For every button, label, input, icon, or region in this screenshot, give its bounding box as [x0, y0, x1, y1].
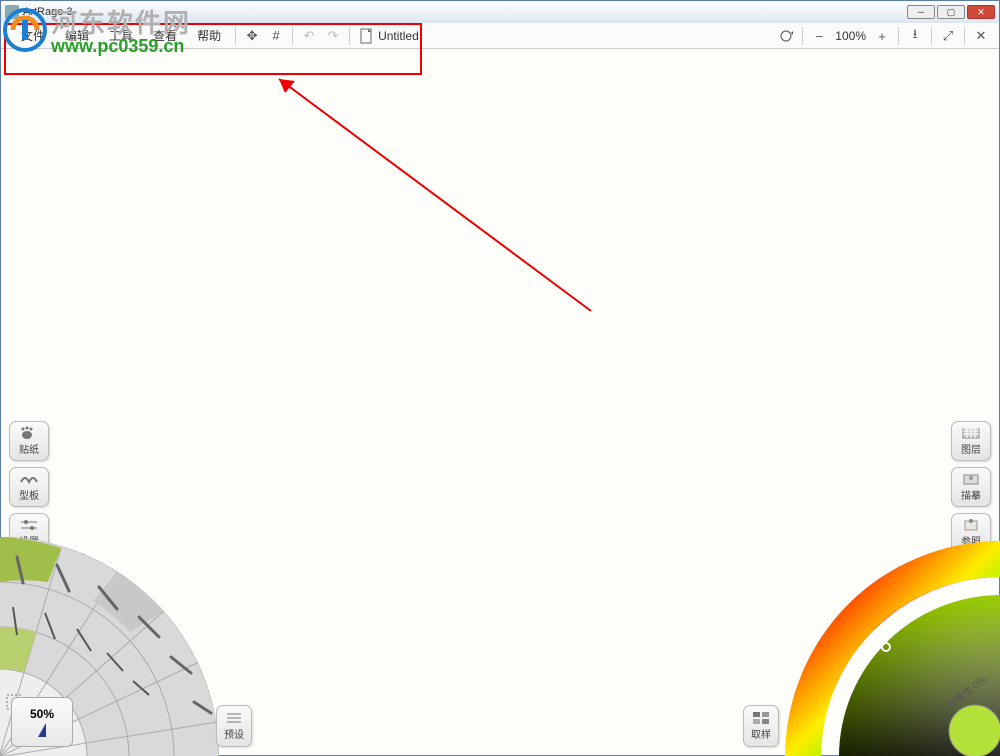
presets-button[interactable]: 预设: [216, 705, 252, 747]
zoom-value[interactable]: 100%: [835, 29, 866, 43]
brush-size-value: 50%: [30, 707, 54, 721]
separator: [235, 27, 236, 45]
watermark-logo-icon: [3, 8, 47, 52]
watermark-text-cn: 河东软件网: [51, 3, 191, 40]
menu-help[interactable]: 帮助: [187, 23, 231, 48]
stencil-icon: [19, 472, 39, 486]
swatches-icon: [752, 711, 770, 725]
layers-icon: [961, 426, 981, 440]
rotate-reset-icon[interactable]: [778, 28, 794, 44]
fullscreen-icon[interactable]: ⤢: [940, 28, 956, 44]
presets-label: 预设: [224, 726, 244, 741]
stickers-label: 贴纸: [19, 441, 39, 456]
stencils-pod[interactable]: 型板: [9, 467, 49, 507]
separator: [292, 27, 293, 45]
view-controls: − 100% + ⭳ ⤢ ✕: [774, 23, 999, 49]
document-name: Untitled: [378, 29, 419, 43]
zoom-in-button[interactable]: +: [874, 28, 890, 44]
color-picker[interactable]: [771, 527, 1000, 756]
watermark-url: www.pc0359.cn: [51, 36, 191, 57]
size-indicator-icon: [38, 723, 46, 737]
samples-label: 取样: [751, 726, 771, 741]
tracing-label: 描摹: [961, 487, 981, 502]
layers-pod[interactable]: 图层: [951, 421, 991, 461]
redo-icon[interactable]: ↷: [325, 28, 341, 44]
move-tool-icon[interactable]: ✥: [244, 28, 260, 44]
watermark: 河东软件网 www.pc0359.cn: [3, 3, 191, 57]
maximize-button[interactable]: ▢: [937, 5, 965, 19]
stickers-pod[interactable]: 贴纸: [9, 421, 49, 461]
close-canvas-icon[interactable]: ✕: [973, 28, 989, 44]
undo-icon[interactable]: ↶: [301, 28, 317, 44]
brush-size[interactable]: 50%: [11, 697, 73, 747]
close-button[interactable]: ✕: [967, 5, 995, 19]
presets-icon: [225, 711, 243, 725]
zoom-out-button[interactable]: −: [811, 28, 827, 44]
download-icon[interactable]: ⭳: [907, 28, 923, 44]
foot-icon: [19, 426, 39, 440]
minimize-button[interactable]: ─: [907, 5, 935, 19]
separator: [349, 27, 350, 45]
document-icon: [360, 28, 374, 44]
document-tab[interactable]: Untitled: [360, 28, 419, 44]
tracing-icon: [961, 472, 981, 486]
grid-icon[interactable]: #: [268, 28, 284, 44]
stencils-label: 型板: [19, 487, 39, 502]
layers-label: 图层: [961, 441, 981, 456]
app-window: ArtRage 3 ─ ▢ ✕ 文件 编辑 工具 查看 帮助 ✥ # ↶ ↷ U…: [0, 0, 1000, 756]
tracing-pod[interactable]: 描摹: [951, 467, 991, 507]
